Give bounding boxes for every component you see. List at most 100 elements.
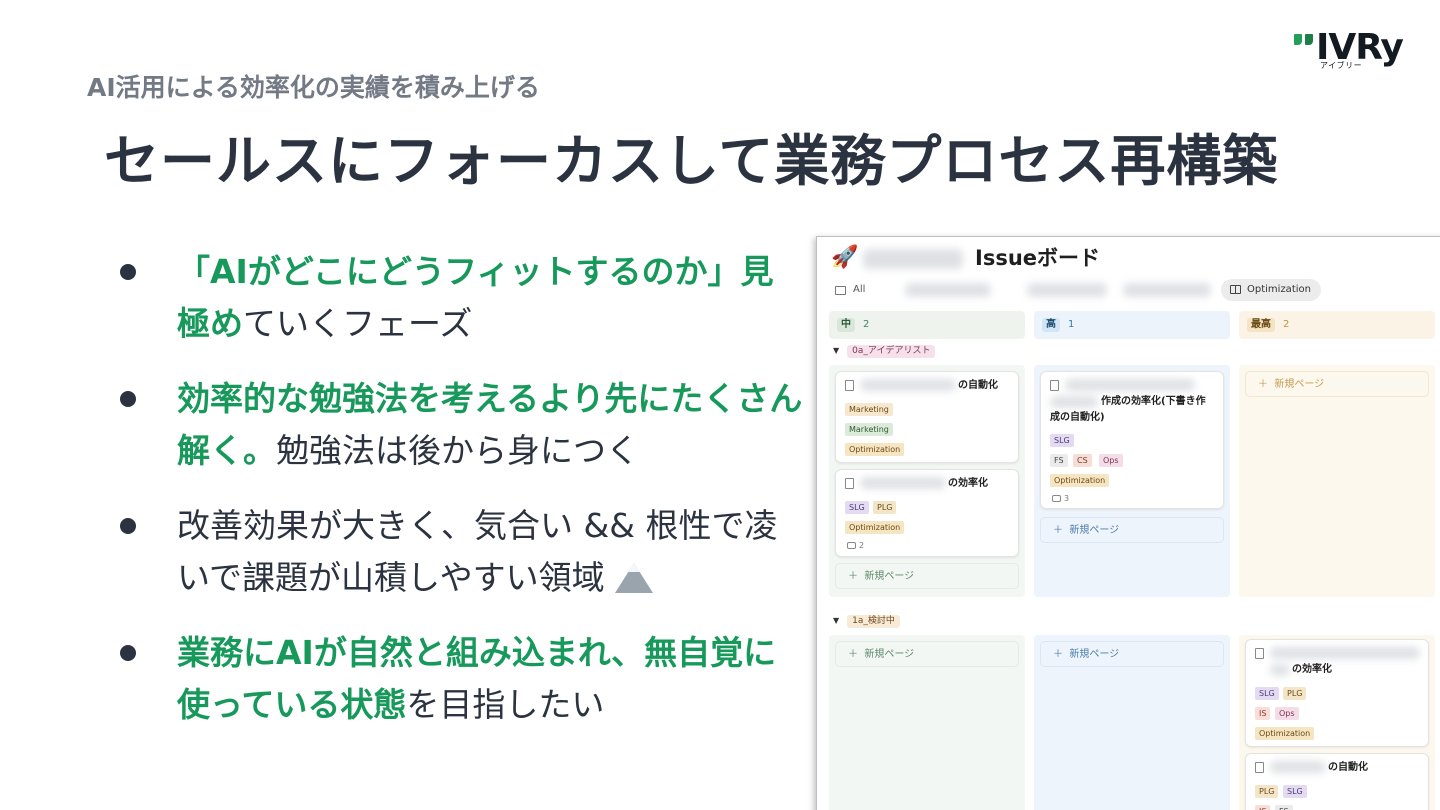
redacted-text bbox=[860, 379, 956, 391]
tag-pill: Optimization bbox=[1050, 474, 1110, 487]
bullet-dot-icon bbox=[120, 518, 136, 534]
slide-subtitle: AI活用による効率化の実績を積み上げる bbox=[87, 73, 540, 102]
bullet-text: 改善効果が大きく、気合い && 根性で凌いで課題が山積しやすい領域 bbox=[177, 506, 778, 597]
logo-mark-icon bbox=[1294, 34, 1314, 48]
document-icon bbox=[845, 478, 854, 489]
document-icon bbox=[1255, 648, 1264, 659]
new-page-label: 新規ページ bbox=[864, 649, 915, 660]
bullet-list: 「AIがどこにどうフィットするのか」見極めていくフェーズ 効率的な勉強法を考える… bbox=[116, 246, 806, 754]
column-header-top[interactable]: 最高 2 bbox=[1239, 311, 1435, 339]
lane-top-ideas bbox=[1239, 365, 1435, 597]
redacted-text bbox=[1050, 396, 1098, 408]
column-label: 最高 bbox=[1247, 318, 1275, 332]
new-page-label: 新規ページ bbox=[1069, 649, 1120, 660]
comment-count-value: 3 bbox=[1064, 494, 1070, 503]
tag-pill: CS bbox=[1073, 454, 1092, 467]
redacted-text bbox=[1027, 283, 1107, 297]
card-title: の効率化 bbox=[1292, 664, 1332, 675]
column-header-mid[interactable]: 中2 bbox=[829, 311, 1025, 339]
column-label: 中 bbox=[837, 318, 855, 332]
new-page-button[interactable]: ＋ 新規ページ bbox=[835, 563, 1019, 589]
board-view-icon bbox=[1230, 285, 1241, 294]
ivry-logo: IVRy アイブリー bbox=[1292, 27, 1412, 72]
tag-pill: SLG bbox=[1283, 785, 1307, 798]
tag-pill: FS bbox=[1050, 454, 1068, 467]
new-page-label: 新規ページ bbox=[1274, 379, 1325, 390]
tag-pill: PLG bbox=[1283, 687, 1307, 700]
tag-pill: PLG bbox=[1255, 785, 1279, 798]
redacted-text bbox=[1270, 664, 1290, 676]
redacted-text bbox=[1270, 647, 1420, 659]
comment-count-value: 2 bbox=[859, 541, 865, 550]
comment-count: 3 bbox=[1052, 494, 1069, 503]
bullet-dot-icon bbox=[120, 645, 136, 661]
column-header-high[interactable]: 高1 bbox=[1034, 311, 1230, 339]
tag-pill: FS bbox=[1275, 805, 1293, 810]
redacted-text bbox=[1123, 283, 1211, 297]
redacted-text bbox=[863, 249, 963, 269]
group-header-ideas[interactable]: ▼ 0a_アイデアリスト bbox=[833, 345, 936, 358]
document-icon bbox=[845, 380, 854, 391]
bullet-item: 効率的な勉強法を考えるより先にたくさん解く。勉強法は後から身につく bbox=[116, 373, 806, 477]
tag-pill: Marketing bbox=[845, 403, 893, 416]
new-page-button[interactable]: ＋ 新規ページ bbox=[835, 641, 1019, 667]
column-label: 高 bbox=[1042, 318, 1060, 332]
redacted-text bbox=[1270, 761, 1326, 773]
tag-pill: PLG bbox=[873, 501, 897, 514]
tag-pill: IS bbox=[1255, 805, 1271, 810]
tag-pill: Ops bbox=[1275, 707, 1299, 720]
comment-count: 2 bbox=[847, 541, 864, 550]
new-page-label: 新規ページ bbox=[864, 571, 915, 582]
tag-pill: Marketing bbox=[845, 423, 893, 436]
rocket-icon: 🚀 bbox=[831, 245, 859, 270]
tag-pill: SLG bbox=[1050, 434, 1074, 447]
redacted-text bbox=[1065, 379, 1195, 391]
tag-pill: SLG bbox=[1255, 687, 1279, 700]
column-count: 2 bbox=[863, 319, 870, 330]
tag-pill: Optimization bbox=[1255, 727, 1315, 740]
comment-icon bbox=[1052, 495, 1061, 502]
tag-pill: Optimization bbox=[845, 521, 905, 534]
column-count: 1 bbox=[1068, 319, 1075, 330]
bullet-item: 業務にAIが自然と組み込まれ、無自覚に使っている状態を目指したい bbox=[116, 627, 806, 731]
bullet-dot-icon bbox=[120, 391, 136, 407]
slide-title: セールスにフォーカスして業務プロセス再構築 bbox=[104, 129, 1279, 193]
card-title: の自動化 bbox=[1328, 762, 1368, 773]
comment-icon bbox=[847, 542, 856, 549]
card-title: の効率化 bbox=[948, 478, 988, 489]
bullet-item: 「AIがどこにどうフィットするのか」見極めていくフェーズ bbox=[116, 246, 806, 350]
view-tab-all[interactable]: All bbox=[853, 284, 865, 295]
tag-pill: Optimization bbox=[845, 443, 905, 456]
view-tab-optimization[interactable]: Optimization bbox=[1221, 279, 1321, 301]
bullet-text: 勉強法は後から身につく bbox=[276, 431, 639, 470]
group-header-considering[interactable]: ▼ 1a_検討中 bbox=[833, 615, 900, 628]
redacted-text bbox=[860, 477, 946, 489]
issue-card[interactable]: の自動化 PLG SLG IS FS bbox=[1245, 753, 1429, 810]
redacted-text bbox=[905, 283, 991, 297]
issue-card[interactable]: の効率化 SLG PLG IS Ops Optimization bbox=[1245, 639, 1429, 747]
tag-pill: Ops bbox=[1099, 454, 1123, 467]
new-page-button[interactable]: ＋ 新規ページ bbox=[1245, 371, 1429, 397]
issue-card[interactable]: 作成の効率化(下書き作 成の自動化) SLG FS CS Ops Optimiz… bbox=[1040, 371, 1224, 509]
mountain-icon bbox=[615, 561, 654, 593]
table-icon bbox=[835, 286, 846, 295]
group-label: 0a_アイデアリスト bbox=[847, 345, 936, 358]
card-title-line-1: 作成の効率化(下書き作 bbox=[1101, 396, 1206, 407]
new-page-button[interactable]: ＋ 新規ページ bbox=[1040, 641, 1224, 667]
document-icon bbox=[1255, 762, 1264, 773]
new-page-button[interactable]: ＋ 新規ページ bbox=[1040, 517, 1224, 543]
issue-card[interactable]: の効率化 SLG PLG Optimization 2 bbox=[835, 469, 1019, 557]
toggle-triangle-icon[interactable]: ▼ bbox=[833, 346, 839, 355]
document-icon bbox=[1050, 380, 1059, 391]
bullet-item: 改善効果が大きく、気合い && 根性で凌いで課題が山積しやすい領域 bbox=[116, 500, 806, 604]
card-title: の自動化 bbox=[958, 380, 998, 391]
view-tab-optimization-label: Optimization bbox=[1247, 284, 1311, 295]
bullet-dot-icon bbox=[120, 264, 136, 280]
column-count: 2 bbox=[1283, 319, 1290, 330]
toggle-triangle-icon[interactable]: ▼ bbox=[833, 616, 839, 625]
issue-board-screenshot: 🚀 Issueボード All Optimization 中2 高1 最高 2 ▼ 0… bbox=[816, 236, 1440, 810]
new-page-label: 新規ページ bbox=[1069, 525, 1120, 536]
board-title: Issueボード bbox=[975, 246, 1101, 270]
group-label: 1a_検討中 bbox=[847, 615, 900, 628]
issue-card[interactable]: の自動化 Marketing Marketing Optimization bbox=[835, 371, 1019, 463]
